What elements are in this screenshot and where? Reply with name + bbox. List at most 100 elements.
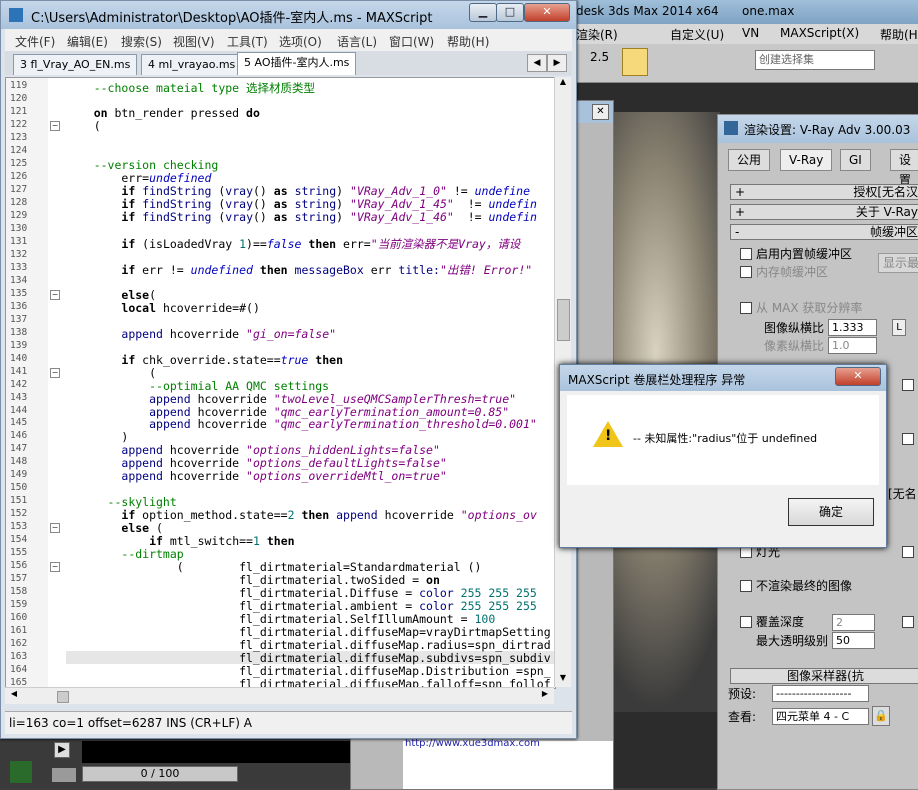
- line-number: 119: [10, 80, 28, 91]
- timeline-preview: [82, 741, 350, 763]
- max-menu-vn[interactable]: VN: [742, 26, 759, 40]
- tab-common[interactable]: 公用: [728, 149, 771, 171]
- rollout-image-sampler[interactable]: 图像采样器(抗: [730, 668, 918, 684]
- lock-icon[interactable]: 🔒: [872, 706, 890, 726]
- fold-toggle-icon[interactable]: −: [50, 289, 60, 300]
- code-line: --choose mateial type 选择材质类型: [93, 81, 316, 95]
- close-button[interactable]: ✕: [524, 3, 570, 22]
- code-line: fl_dirtmaterial.diffuseMap.subdivs=spn_s…: [66, 651, 551, 666]
- code-line: fl_dirtmaterial.SelfIllumAmount = 100: [66, 612, 496, 627]
- partial-checkbox-2[interactable]: [902, 433, 914, 445]
- minimize-button[interactable]: ▁: [469, 3, 497, 22]
- aspect-spinner[interactable]: 1.333: [828, 319, 877, 336]
- pixel-aspect-spinner[interactable]: 1.0: [828, 337, 877, 354]
- preset-dropdown[interactable]: -------------------: [772, 685, 869, 702]
- partial-checkbox-3[interactable]: [902, 546, 914, 558]
- close-icon[interactable]: ✕: [592, 104, 609, 120]
- tab-settings[interactable]: 设置: [890, 149, 918, 187]
- code-line: append hcoverride "options_overrideMtl_o…: [121, 469, 447, 484]
- menu-search[interactable]: 搜索(S): [121, 33, 162, 50]
- tab-vray[interactable]: V-Ray: [780, 149, 833, 171]
- ok-button[interactable]: 确定: [788, 498, 874, 526]
- line-number: 151: [10, 495, 28, 507]
- code-line: (: [66, 118, 101, 133]
- maxscript-editor-window: C:\Users\Administrator\Desktop\AO插件-室内人.…: [0, 0, 577, 739]
- fold-toggle-icon[interactable]: −: [50, 120, 60, 131]
- line-number: 125: [10, 157, 28, 169]
- line-number: 161: [10, 625, 28, 637]
- scroll-down-icon[interactable]: ▼: [556, 673, 570, 687]
- scroll-right-icon[interactable]: ▶: [538, 689, 552, 703]
- scroll-left-icon[interactable]: ◀: [7, 689, 21, 703]
- tab-scroll-left-icon[interactable]: ◀: [527, 54, 547, 72]
- tab-file-5[interactable]: 5 AO插件-室内人.ms: [237, 52, 357, 75]
- scroll-up-icon[interactable]: ▲: [556, 77, 570, 91]
- no-final-checkbox[interactable]: [740, 580, 752, 592]
- tab-file-3[interactable]: 3 fl_Vray_AO_EN.ms: [13, 54, 138, 75]
- fold-toggle-icon[interactable]: −: [50, 562, 60, 573]
- code-line: if mtl_switch==1 then: [149, 534, 295, 549]
- horizontal-scrollbar[interactable]: ◀ ▶: [5, 687, 554, 704]
- max-menu-help[interactable]: 帮助(H: [880, 26, 918, 43]
- from-max-checkbox[interactable]: [740, 302, 752, 314]
- play-icon[interactable]: ▶: [54, 742, 70, 758]
- max-menu-maxscript[interactable]: MAXScript(X): [780, 26, 859, 40]
- max-transp-label: 最大透明级别: [756, 634, 829, 648]
- code-editor[interactable]: 119 120 121 122 123 124 125 126 127 128 129 130 131 1…: [5, 77, 556, 689]
- code-line: if (isLoadedVray 1)==false then err="当前渲…: [121, 236, 521, 251]
- transp-spinner[interactable]: 50: [832, 632, 875, 649]
- builtin-fb-checkbox[interactable]: [740, 248, 752, 260]
- menu-options[interactable]: 选项(O): [279, 33, 322, 50]
- max-menu-render[interactable]: 渲染(R): [576, 26, 618, 43]
- menu-edit[interactable]: 编辑(E): [67, 33, 108, 50]
- menu-view[interactable]: 视图(V): [173, 33, 215, 50]
- partial-checkbox-4[interactable]: [902, 616, 914, 628]
- code-line: --dirtmap: [121, 547, 184, 562]
- menu-tools[interactable]: 工具(T): [227, 33, 268, 50]
- code-line: else (: [121, 521, 163, 536]
- render-settings-titlebar: 渲染设置: V-Ray Adv 3.00.03: [718, 115, 918, 143]
- tab-scroll-right-icon[interactable]: ▶: [547, 54, 567, 72]
- tab-file-4[interactable]: 4 ml_vrayao.ms: [141, 54, 243, 75]
- editor-titlebar: C:\Users\Administrator\Desktop\AO插件-室内人.…: [1, 1, 576, 29]
- override-depth-checkbox[interactable]: [740, 616, 752, 628]
- tree-icon: [10, 761, 32, 783]
- menu-help[interactable]: 帮助(H): [447, 33, 489, 50]
- line-number: 146: [10, 430, 28, 442]
- max-menu-customize[interactable]: 自定义(U): [670, 26, 724, 43]
- menu-language[interactable]: 语言(L): [337, 33, 377, 50]
- code-line: (: [66, 365, 157, 380]
- aspect-lock-button[interactable]: L: [892, 319, 906, 336]
- rollout-about[interactable]: + 关于 V-Ray: [730, 204, 918, 220]
- fold-toggle-icon[interactable]: −: [50, 367, 60, 378]
- tab-gi[interactable]: GI: [840, 149, 871, 171]
- horizontal-scroll-thumb[interactable]: [57, 691, 69, 703]
- code-line: --optimial AA QMC settings: [149, 378, 330, 393]
- show-last-vfb-button[interactable]: 显示最: [878, 253, 918, 273]
- depth-spinner[interactable]: 2: [832, 614, 875, 631]
- line-number: 164: [10, 664, 28, 676]
- partial-checkbox[interactable]: [902, 379, 914, 391]
- angle-snap-icon[interactable]: [622, 48, 648, 76]
- error-close-button[interactable]: ✕: [835, 367, 881, 386]
- mem-fb-checkbox[interactable]: [740, 266, 752, 278]
- menu-file[interactable]: 文件(F): [15, 33, 55, 50]
- line-number: 126: [10, 170, 28, 182]
- maximize-button[interactable]: □: [496, 3, 524, 22]
- selection-set-dropdown[interactable]: 创建选择集: [755, 50, 875, 70]
- rollout-license[interactable]: + 授权[无名汉: [730, 184, 918, 200]
- menu-window[interactable]: 窗口(W): [389, 33, 434, 50]
- builtin-fb-label: 启用内置帧缓冲区: [756, 247, 853, 261]
- frame-slider[interactable]: 0 / 100: [82, 766, 238, 782]
- error-message: -- 未知属性:"radius"位于 undefined: [633, 432, 818, 445]
- line-number: 128: [10, 196, 28, 208]
- vertical-scroll-thumb[interactable]: [557, 299, 570, 341]
- fold-toggle-icon[interactable]: −: [50, 523, 60, 534]
- rollout-framebuffer[interactable]: - 帧缓冲区: [730, 224, 918, 240]
- error-dialog-body: ! -- 未知属性:"radius"位于 undefined: [567, 395, 879, 485]
- line-number: 137: [10, 313, 28, 325]
- view-dropdown[interactable]: 四元菜单 4 - C: [772, 708, 869, 725]
- line-number: 120: [10, 92, 28, 104]
- line-number: 158: [10, 586, 28, 598]
- url-link[interactable]: http://www.xue3dmax.com: [405, 738, 540, 749]
